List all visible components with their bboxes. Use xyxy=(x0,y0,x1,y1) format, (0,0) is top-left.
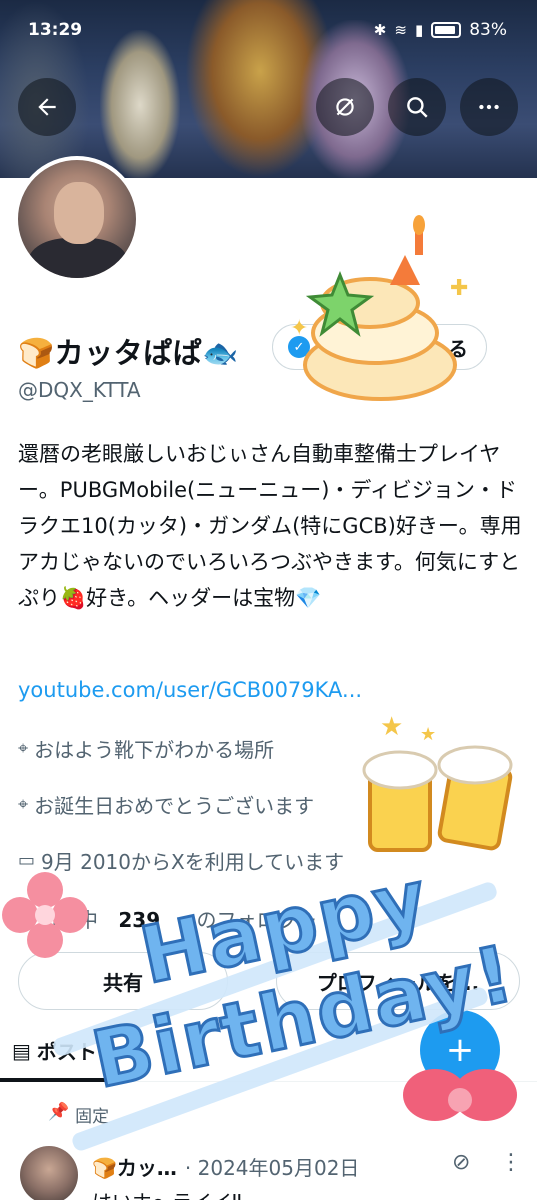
profile-location: ⌖ おはよう靴下がわかる場所 xyxy=(18,734,274,763)
profile-handle: @DQX_KTTA xyxy=(18,378,141,402)
profile-birthday: ⌖ お誕生日おめでとうございます xyxy=(18,790,314,819)
joined-text: 9月 2010からXを利用しています xyxy=(41,850,345,874)
location-icon: ⌖ xyxy=(18,794,29,815)
battery-icon xyxy=(431,22,462,38)
repost-button[interactable] xyxy=(316,78,374,136)
birthday-cake-sticker: ✦ ✚ xyxy=(290,215,468,401)
svg-text:★: ★ xyxy=(420,724,436,745)
tweet-avatar[interactable] xyxy=(20,1146,78,1200)
retweet-icon xyxy=(336,98,354,116)
avatar-face xyxy=(54,182,104,244)
back-button[interactable] xyxy=(18,78,76,136)
wifi-icon: ≋ xyxy=(394,21,407,39)
follow-button-label: る xyxy=(448,336,468,361)
bluetooth-icon: ✱ xyxy=(373,21,387,39)
svg-text:✚: ✚ xyxy=(450,276,468,301)
pin-icon: 📌 xyxy=(48,1102,70,1122)
profile-avatar[interactable] xyxy=(14,156,140,282)
calendar-icon: ▭ xyxy=(18,850,36,871)
profile-link[interactable]: youtube.com/user/GCB0079KA... xyxy=(18,678,362,702)
posts-tab-icon: ▤ xyxy=(12,1038,31,1063)
search-icon xyxy=(407,97,428,118)
signal-icon: ▮ xyxy=(414,21,424,39)
profile-bio: 還暦の老眼厳しいおじぃさん自動車整備士プレイヤー。PUBGMobile(ニューニ… xyxy=(18,442,522,610)
profile-name: 🍞カッタぱぱ🐟 xyxy=(18,336,239,370)
verified-badge-icon: ✓ xyxy=(288,336,310,358)
tweet-body: はいホ～ライイ‼ xyxy=(92,1186,242,1200)
status-bar: 13:29 ✱ ≋ ▮ 83% xyxy=(0,0,537,60)
avatar-suit xyxy=(28,238,128,278)
birthday-text: お誕生日おめでとうございます xyxy=(34,794,315,818)
search-button[interactable] xyxy=(388,78,446,136)
status-icons: ✱ ≋ ▮ 83% xyxy=(374,20,507,40)
tweet-date: · 2024年05月02日 xyxy=(184,1156,360,1180)
tweet-more-icon[interactable]: ⋮ xyxy=(500,1150,522,1175)
happy-birthday-sticker: Happy Birthday! xyxy=(60,837,537,1163)
more-horizontal-icon xyxy=(479,104,499,110)
arrow-left-icon xyxy=(38,98,56,116)
status-time: 13:29 xyxy=(28,20,83,40)
location-icon: ⌖ xyxy=(18,738,29,759)
profile-joined: ▭ 9月 2010からXを利用しています xyxy=(18,846,344,875)
tweet-grok-icon[interactable]: ⊘ xyxy=(452,1150,470,1175)
more-button[interactable] xyxy=(460,78,518,136)
battery-percent: 83% xyxy=(469,20,507,40)
svg-text:★: ★ xyxy=(380,712,403,742)
location-text: おはよう靴下がわかる場所 xyxy=(34,738,275,762)
